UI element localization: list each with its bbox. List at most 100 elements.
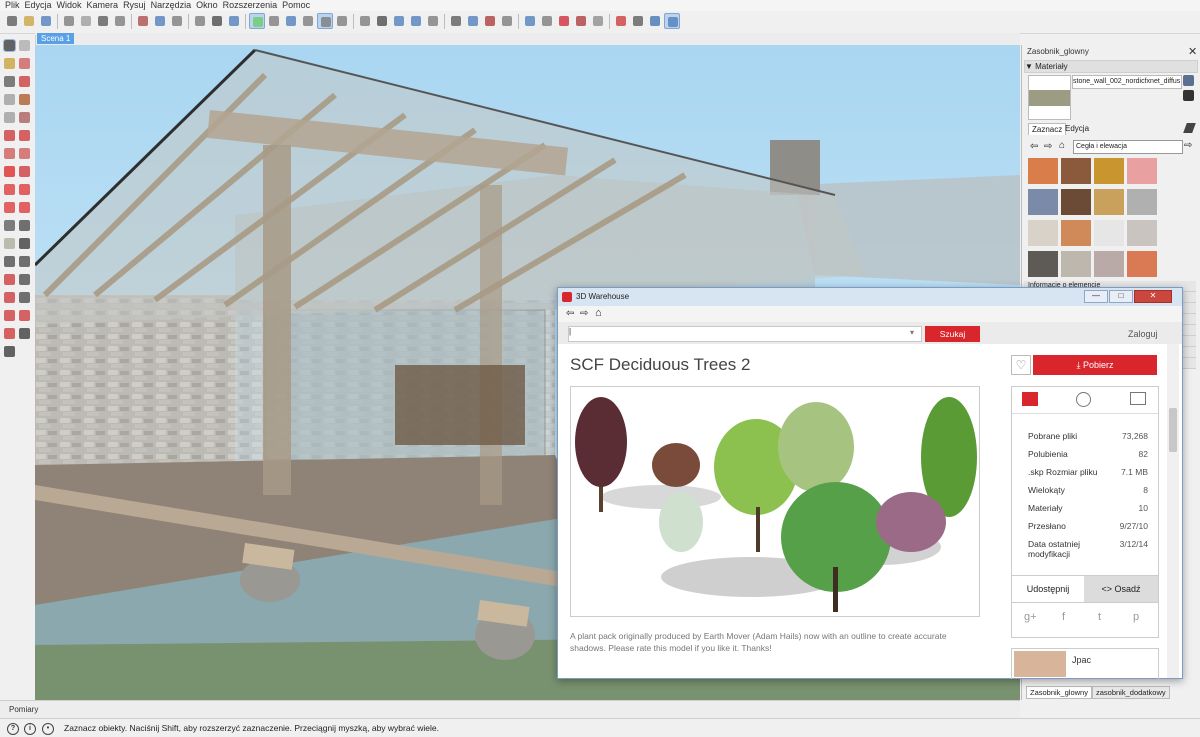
drawing-tool-icon[interactable] [4,184,15,195]
drawing-tool-icon[interactable] [19,238,30,249]
drawing-tool-icon[interactable] [19,148,30,159]
material-swatch[interactable] [1094,189,1124,215]
material-swatch[interactable] [1127,251,1157,277]
drawing-tool-icon[interactable] [4,94,15,105]
pinterest-icon[interactable]: p [1133,611,1139,623]
drawing-tool-icon[interactable] [4,328,15,339]
drawing-tool-icon[interactable] [4,130,15,141]
toolbar-tool-icon[interactable] [499,13,515,29]
geo-location-icon[interactable]: ? [7,723,19,735]
back-arrow-icon[interactable]: ⇦ [1030,141,1038,152]
toolbar-tool-icon[interactable] [357,13,373,29]
author-card[interactable]: Jpac [1011,648,1159,679]
drawing-tool-icon[interactable] [4,148,15,159]
search-input[interactable]: | [568,326,922,342]
drawing-tool-icon[interactable] [19,184,30,195]
user-icon[interactable]: • [42,723,54,735]
warehouse-scrollbar[interactable] [1167,344,1179,678]
maximize-button[interactable]: □ [1109,290,1133,303]
tray-close-icon[interactable]: ✕ [1188,45,1197,58]
toolbar-tool-icon[interactable] [4,13,20,29]
toolbar-tool-icon[interactable] [391,13,407,29]
toolbar-tool-icon[interactable] [482,13,498,29]
drawing-tool-icon[interactable] [19,166,30,177]
author-name[interactable]: Jpac [1072,655,1091,665]
drawing-tool-icon[interactable] [4,112,15,123]
drawing-tool-icon[interactable] [19,310,30,321]
material-swatch[interactable] [1061,220,1091,246]
toolbar-tool-icon[interactable] [112,13,128,29]
toolbar-tool-icon[interactable] [465,13,481,29]
drawing-tool-icon[interactable] [4,310,15,321]
image-icon[interactable] [1022,392,1038,406]
download-button[interactable]: ⤓ Pobierz [1033,355,1157,375]
toolbar-tool-icon[interactable] [374,13,390,29]
toolbar-tool-icon[interactable] [283,13,299,29]
details-arrow-icon[interactable]: ⇨ [1184,140,1192,151]
toolbar-tool-icon[interactable] [522,13,538,29]
toolbar-tool-icon[interactable] [169,13,185,29]
google-plus-icon[interactable]: g+ [1024,611,1037,623]
drawing-tool-icon[interactable] [19,112,30,123]
toolbar-tool-icon[interactable] [630,13,646,29]
toolbar-tool-icon[interactable] [249,13,265,29]
material-swatch[interactable] [1061,158,1091,184]
drawing-tool-icon[interactable] [4,166,15,177]
menu-item[interactable]: Kamera [87,0,119,11]
scrollbar-thumb[interactable] [1169,408,1177,452]
toolbar-tool-icon[interactable] [152,13,168,29]
credits-icon[interactable]: i [24,723,36,735]
drawing-tool-icon[interactable] [19,274,30,285]
drawing-tool-icon[interactable] [4,202,15,213]
drawing-tool-icon[interactable] [4,346,15,357]
toolbar-tool-icon[interactable] [135,13,151,29]
drawing-tool-icon[interactable] [4,238,15,249]
toolbar-tool-icon[interactable] [226,13,242,29]
like-heart-icon[interactable]: ♡ [1011,355,1031,375]
material-swatch[interactable] [1061,189,1091,215]
toolbar-tool-icon[interactable] [613,13,629,29]
eyedropper-icon[interactable] [1183,123,1196,133]
toolbar-tool-icon[interactable] [425,13,441,29]
toolbar-tool-icon[interactable] [192,13,208,29]
home-icon[interactable]: ⌂ [1059,140,1065,151]
scene-tab-1[interactable]: Scena 1 [37,33,75,44]
close-button[interactable]: ✕ [1134,290,1172,303]
menu-item[interactable]: Narzędzia [151,0,192,11]
menu-item[interactable]: Okno [196,0,218,11]
menu-item[interactable]: Edycja [25,0,52,11]
drawing-tool-icon[interactable] [19,76,30,87]
material-swatch[interactable] [1028,189,1058,215]
toolbar-tool-icon[interactable] [21,13,37,29]
menu-item[interactable]: Pomoc [282,0,310,11]
toolbar-tool-icon[interactable] [647,13,663,29]
drawing-tool-icon[interactable] [19,292,30,303]
drawing-tool-icon[interactable] [4,58,15,69]
material-swatch[interactable] [1028,220,1058,246]
back-icon[interactable]: ⇦ [566,308,574,319]
material-swatch[interactable] [1061,251,1091,277]
material-swatch[interactable] [1094,158,1124,184]
toolbar-tool-icon[interactable] [38,13,54,29]
material-swatch[interactable] [1127,158,1157,184]
drawing-tool-icon[interactable] [4,256,15,267]
toolbar-tool-icon[interactable] [334,13,350,29]
collection-dropdown[interactable]: Cegła i elewacja [1073,140,1183,154]
drawing-tool-icon[interactable] [4,274,15,285]
drawing-tool-icon[interactable] [4,76,15,87]
3d-view-icon[interactable] [1076,392,1091,407]
tab-edit[interactable]: Edycja [1062,123,1092,134]
material-swatch[interactable] [1028,158,1058,184]
forward-arrow-icon[interactable]: ⇨ [1044,141,1052,152]
search-button[interactable]: Szukaj [925,326,980,342]
drawing-tool-icon[interactable] [19,130,30,141]
embed-tab[interactable]: <> Osadź [1084,576,1158,602]
toolbar-tool-icon[interactable] [664,13,680,29]
toolbar-tool-icon[interactable] [266,13,282,29]
drawing-tool-icon[interactable] [19,202,30,213]
facebook-icon[interactable]: f [1062,611,1065,623]
tray-tab-main[interactable]: Zasobnik_glowny [1026,686,1092,699]
toolbar-tool-icon[interactable] [209,13,225,29]
paint-bucket-icon[interactable] [1183,90,1194,101]
menu-item[interactable]: Rozszerzenia [223,0,278,11]
